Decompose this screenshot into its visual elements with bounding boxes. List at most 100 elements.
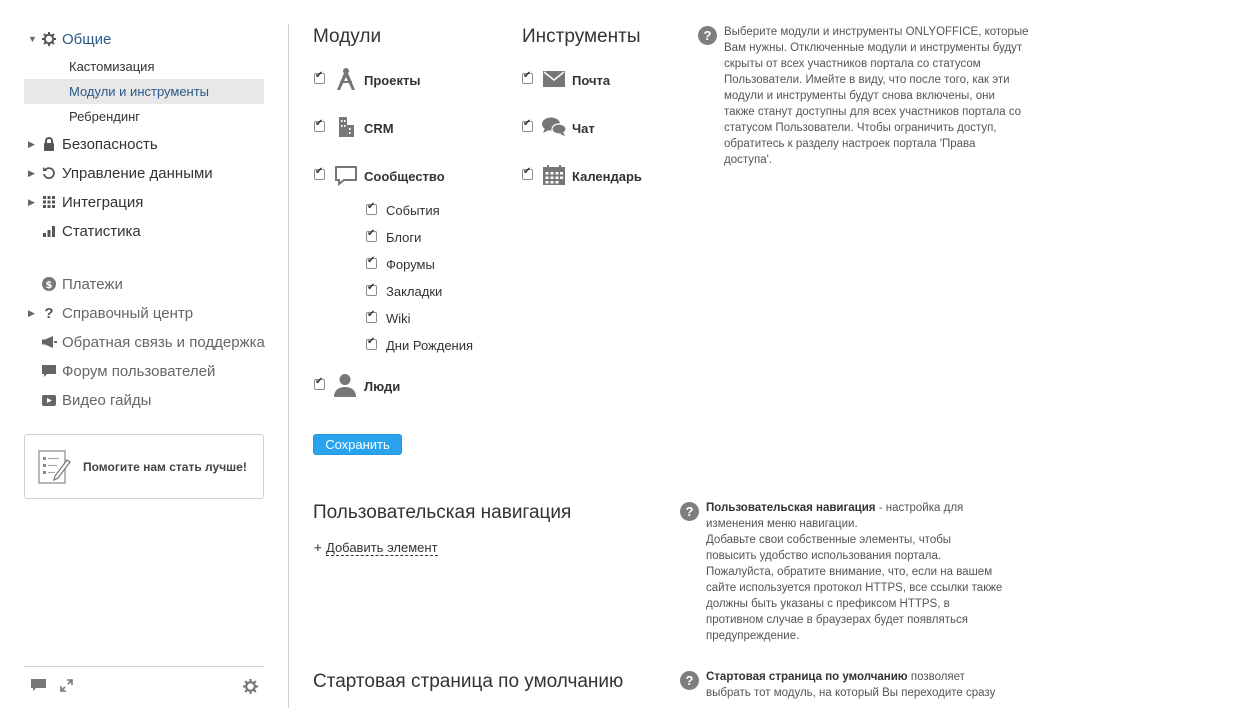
calendar-checkbox[interactable] xyxy=(522,166,533,180)
chat-icon[interactable] xyxy=(31,679,46,697)
community-label: Сообщество xyxy=(364,169,445,184)
chevron-right-icon: ▶ xyxy=(28,197,35,207)
chevron-right-icon: ▶ xyxy=(28,308,35,318)
help-line: позволяет xyxy=(907,671,965,683)
sidebar-item-feedback[interactable]: Обратная связь и поддержка xyxy=(24,330,265,354)
sidebar-item-label: Платежи xyxy=(62,275,123,293)
sidebar-item-label: Управление данными xyxy=(62,164,213,182)
sidebar-item-security[interactable]: ▶ Безопасность xyxy=(24,132,264,156)
sidebar-item-payments[interactable]: $ Платежи xyxy=(24,272,264,296)
sidebar-item-help-center[interactable]: ▶ ? Справочный центр xyxy=(24,301,264,325)
blogs-label: Блоги xyxy=(386,230,422,245)
bookmarks-checkbox[interactable] xyxy=(366,282,377,296)
wiki-checkbox[interactable] xyxy=(366,309,377,323)
modules-title: Модули xyxy=(313,26,382,47)
help-line: также станут доступны для всех участнико… xyxy=(724,106,1022,118)
help-line: противном случае в браузерах будет появл… xyxy=(706,614,968,626)
help-bold: Стартовая страница по умолчанию xyxy=(706,671,908,683)
sidebar-item-forum[interactable]: Форум пользователей xyxy=(24,359,264,383)
help-line: скрыты от всех участников портала со ста… xyxy=(724,58,981,70)
modules-help-text: Выберите модули и инструменты ONLYOFFICE… xyxy=(724,24,1054,168)
calendar-label: Календарь xyxy=(572,169,642,184)
mail-checkbox[interactable] xyxy=(522,70,533,84)
sidebar-divider xyxy=(288,24,289,708)
sidebar-footer xyxy=(24,666,264,708)
play-icon xyxy=(41,392,57,408)
help-line: повысить удобство использования портала. xyxy=(706,550,942,562)
start-page-title: Стартовая страница по умолчанию xyxy=(313,671,624,692)
chat-bubble-icon xyxy=(41,363,57,379)
help-line: Выберите модули и инструменты ONLYOFFICE… xyxy=(724,26,1029,38)
chat-label: Чат xyxy=(572,121,595,136)
help-line: Пожалуйста, обратите внимание, что, если… xyxy=(706,566,993,578)
mail-label: Почта xyxy=(572,73,611,88)
sidebar-subitem-customization[interactable]: Кастомизация xyxy=(24,54,264,79)
sidebar-item-general[interactable]: ▼ Общие xyxy=(24,27,264,51)
sidebar-subitem-modules[interactable]: Модули и инструменты xyxy=(24,79,264,104)
help-icon[interactable]: ? xyxy=(698,26,717,45)
events-checkbox[interactable] xyxy=(366,201,377,215)
bar-chart-icon xyxy=(41,223,57,239)
forums-label: Форумы xyxy=(386,257,435,272)
help-us-box[interactable]: Помогите нам стать лучше! xyxy=(24,434,264,499)
events-label: События xyxy=(386,203,440,218)
gear-icon xyxy=(41,31,57,47)
sidebar-subitem-label: Кастомизация xyxy=(69,59,155,74)
sidebar-item-label: Справочный центр xyxy=(62,304,194,322)
expand-icon[interactable] xyxy=(60,679,73,697)
calendar-icon xyxy=(542,163,566,187)
help-icon[interactable]: ? xyxy=(680,502,699,521)
megaphone-icon xyxy=(41,334,57,350)
birthdays-checkbox[interactable] xyxy=(366,336,377,350)
blogs-checkbox[interactable] xyxy=(366,228,377,242)
sidebar-item-data-management[interactable]: ▶ Управление данными xyxy=(24,161,264,185)
sidebar-subitem-rebranding[interactable]: Ребрендинг xyxy=(24,104,264,129)
help-line: предупреждение. xyxy=(706,630,800,642)
lock-icon xyxy=(41,136,57,152)
help-line: обратитесь к разделу настроек портала 'П… xyxy=(724,138,976,150)
sidebar-item-label: Статистика xyxy=(62,222,141,240)
building-icon xyxy=(334,115,358,139)
svg-text:$: $ xyxy=(46,280,53,291)
wiki-label: Wiki xyxy=(386,311,411,326)
community-checkbox[interactable] xyxy=(314,166,325,180)
sidebar-item-integration[interactable]: ▶ Интеграция xyxy=(24,190,264,214)
settings-gear-icon[interactable] xyxy=(243,679,258,699)
dollar-icon: $ xyxy=(41,276,57,292)
chat-checkbox[interactable] xyxy=(522,118,533,132)
help-icon[interactable]: ? xyxy=(680,671,699,690)
bookmarks-label: Закладки xyxy=(386,284,443,299)
forums-checkbox[interactable] xyxy=(366,255,377,269)
birthdays-label: Дни Рождения xyxy=(386,338,474,353)
sidebar-item-statistics[interactable]: Статистика xyxy=(24,219,264,243)
plus-icon: + xyxy=(314,540,322,555)
sidebar-subitem-label: Ребрендинг xyxy=(69,109,141,124)
help-line: Вам нужны. Отключенные модули и инструме… xyxy=(724,42,1023,54)
sidebar-item-label: Безопасность xyxy=(62,135,158,153)
projects-label: Проекты xyxy=(364,73,421,88)
question-icon: ? xyxy=(44,304,54,322)
survey-icon xyxy=(37,450,71,489)
help-line: должны быть указаны с префиксом HTTPS, в xyxy=(706,598,950,610)
help-line: изменения меню навигации. xyxy=(706,518,858,530)
sidebar-item-label: Общие xyxy=(62,30,112,48)
save-button[interactable]: Сохранить xyxy=(313,434,402,455)
chevron-down-icon: ▼ xyxy=(28,34,37,44)
help-line: выбрать тот модуль, на который Вы перехо… xyxy=(706,687,996,699)
crm-checkbox[interactable] xyxy=(314,118,325,132)
help-bold: Пользовательская навигация xyxy=(706,502,876,514)
person-icon xyxy=(333,373,357,397)
grid-icon xyxy=(41,194,57,210)
speech-bubble-icon xyxy=(334,164,358,188)
add-element-link[interactable]: + Добавить элемент xyxy=(314,540,438,556)
sidebar-item-label: Интеграция xyxy=(62,193,144,211)
sidebar-item-label: Обратная связь и поддержка xyxy=(62,333,265,351)
people-checkbox[interactable] xyxy=(314,376,325,390)
start-page-help-text: Стартовая страница по умолчанию позволяе… xyxy=(706,669,1026,701)
custom-nav-help-text: Пользовательская навигация - настройка д… xyxy=(706,500,1026,644)
crm-label: CRM xyxy=(364,121,394,136)
sidebar-subitem-label: Модули и инструменты xyxy=(69,84,210,99)
sidebar-item-label: Видео гайды xyxy=(62,391,152,409)
projects-checkbox[interactable] xyxy=(314,70,325,84)
sidebar-item-video[interactable]: Видео гайды xyxy=(24,388,264,412)
